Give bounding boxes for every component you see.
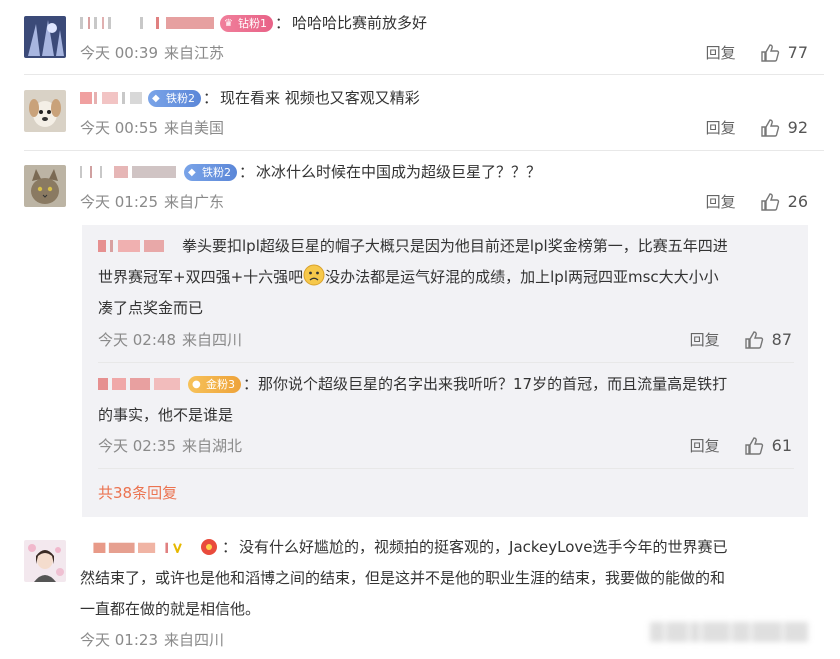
like-count: 87: [771, 330, 792, 349]
fan-badge[interactable]: ♛ 钻粉1: [220, 14, 273, 32]
avatar[interactable]: [24, 540, 66, 582]
fan-badge[interactable]: ◆ 铁粉2: [148, 89, 201, 107]
divider: [24, 74, 824, 75]
comment-text: 冰冰什么时候在中国成为超级巨星了？？？: [256, 163, 542, 181]
like-count: 61: [771, 436, 792, 455]
reply-time: 今天 02:35: [98, 437, 176, 455]
comment-time: 今天 01:23: [80, 631, 158, 649]
reply-location: 来自湖北: [182, 437, 243, 455]
divider: [98, 468, 794, 469]
diamond-icon: ◆: [188, 166, 196, 178]
reply-button[interactable]: 回复: [690, 330, 720, 350]
divider: [24, 150, 824, 151]
fan-badge[interactable]: ◆ 铁粉2: [184, 163, 237, 181]
avatar[interactable]: [24, 90, 66, 132]
thumbs-up-icon[interactable]: [760, 43, 780, 63]
comment-time: 今天 01:25: [80, 193, 158, 211]
reply-button[interactable]: 回复: [706, 118, 736, 138]
reply-text-line: 的事实，他不是谁是: [98, 406, 234, 424]
like-count: 92: [787, 118, 808, 137]
flag-emoji-icon: [200, 538, 218, 556]
comment-text: 哈哈哈比赛前放多好: [292, 14, 428, 32]
reply-button[interactable]: 回复: [706, 43, 736, 63]
reply-thread: 拳头要扣lpl超级巨星的帽子大概只是因为他目前还是lpl奖金榜第一，比赛五年四进…: [82, 225, 808, 517]
crown-icon: ♛: [224, 17, 233, 29]
username-obscured[interactable]: [80, 17, 216, 29]
comment-text-line: 然结束了，或许也是他和滔博之间的结束，但是这并不是他的职业生涯的结束，我要做的能…: [80, 569, 726, 587]
username-obscured[interactable]: [98, 240, 168, 252]
comment-location: 来自美国: [164, 119, 225, 137]
watermark: [650, 610, 826, 656]
avatar[interactable]: [24, 16, 66, 58]
comment-time: 今天 00:39: [80, 44, 158, 62]
username-obscured[interactable]: [80, 166, 180, 178]
divider: [98, 362, 794, 363]
reply-text-line: 拳头要扣lpl超级巨星的帽子大概只是因为他目前还是lpl奖金榜第一，比赛五年四进: [98, 231, 794, 262]
username-obscured[interactable]: [80, 92, 144, 104]
reply-location: 来自四川: [182, 331, 243, 349]
comment-location: 来自广东: [164, 193, 225, 211]
like-count: 77: [787, 43, 808, 62]
comment-time: 今天 00:55: [80, 119, 158, 137]
thumbs-up-icon[interactable]: [744, 330, 764, 350]
reply-text-line: ● 金粉3 ：那你说个超级巨星的名字出来我听听？17岁的首冠，而且流量高是铁打: [98, 369, 794, 400]
total-replies-link[interactable]: 共38条回复: [98, 482, 177, 503]
reply-text-line: 世界赛冠军+双四强+十六强吧 没办法都是运气好混的成绩，加上lpl两冠四亚msc大…: [98, 262, 794, 293]
username-obscured[interactable]: [98, 378, 184, 390]
thumbs-up-icon[interactable]: [744, 436, 764, 456]
fan-badge[interactable]: ● 金粉3: [188, 376, 241, 393]
comment-text: 没有什么好尴尬的，视频拍的挺客观的，JackeyLove选手今年的世界赛已: [239, 538, 728, 556]
reply-button[interactable]: 回复: [706, 192, 736, 212]
thumbs-up-icon[interactable]: [760, 118, 780, 138]
like-count: 26: [787, 192, 808, 211]
username-obscured[interactable]: [80, 541, 196, 553]
reply-time: 今天 02:48: [98, 331, 176, 349]
thumbs-up-icon[interactable]: [760, 192, 780, 212]
reply-text-line: 凑了点奖金而已: [98, 299, 204, 317]
comment-location: 来自江苏: [164, 44, 225, 62]
avatar[interactable]: [24, 165, 66, 207]
diamond-icon: ◆: [152, 92, 160, 104]
comment-text: 现在看来 视频也又客观又精彩: [220, 89, 420, 107]
sad-face-emoji-icon: [303, 264, 325, 286]
flame-icon: ●: [192, 379, 201, 390]
reply-button[interactable]: 回复: [690, 436, 720, 456]
comment-location: 来自四川: [164, 631, 225, 649]
